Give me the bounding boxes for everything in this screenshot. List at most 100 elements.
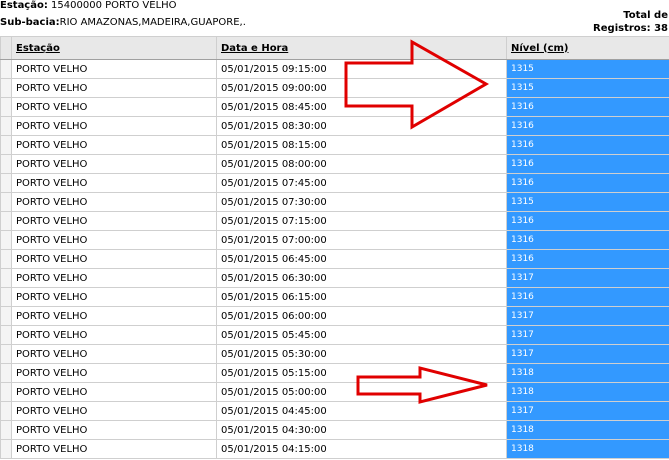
cell-nivel: 1317: [506, 344, 669, 364]
cell-estacao: PORTO VELHO: [11, 173, 217, 193]
cell-data-hora: 05/01/2015 08:30:00: [216, 116, 507, 136]
row-selector[interactable]: [0, 211, 12, 231]
row-selector[interactable]: [0, 401, 12, 421]
row-selector[interactable]: [0, 78, 12, 98]
column-header-nivel[interactable]: Nível (cm): [506, 36, 669, 60]
cell-data-hora: 05/01/2015 09:00:00: [216, 78, 507, 98]
cell-estacao: PORTO VELHO: [11, 97, 217, 117]
row-selector[interactable]: [0, 192, 12, 212]
table-row[interactable]: PORTO VELHO 05/01/2015 07:30:00 1315: [0, 192, 669, 212]
table-row[interactable]: PORTO VELHO 05/01/2015 06:30:00 1317: [0, 268, 669, 288]
cell-estacao: PORTO VELHO: [11, 78, 217, 98]
table-row[interactable]: PORTO VELHO 05/01/2015 05:15:00 1318: [0, 363, 669, 383]
cell-estacao: PORTO VELHO: [11, 154, 217, 174]
row-selector[interactable]: [0, 382, 12, 402]
table-row[interactable]: PORTO VELHO 05/01/2015 06:15:00 1316: [0, 287, 669, 307]
cell-data-hora: 05/01/2015 06:30:00: [216, 268, 507, 288]
cell-data-hora: 05/01/2015 05:30:00: [216, 344, 507, 364]
column-header-estacao[interactable]: Estação: [11, 36, 217, 60]
cell-nivel: 1316: [506, 230, 669, 250]
cell-data-hora: 05/01/2015 06:15:00: [216, 287, 507, 307]
station-label: Estação:: [0, 0, 48, 11]
cell-data-hora: 05/01/2015 05:45:00: [216, 325, 507, 345]
row-selector[interactable]: [0, 287, 12, 307]
column-header-data-hora[interactable]: Data e Hora: [216, 36, 507, 60]
cell-data-hora: 05/01/2015 08:45:00: [216, 97, 507, 117]
cell-estacao: PORTO VELHO: [11, 420, 217, 440]
cell-nivel: 1316: [506, 249, 669, 269]
table-row[interactable]: PORTO VELHO 05/01/2015 04:45:00 1317: [0, 401, 669, 421]
cell-data-hora: 05/01/2015 08:00:00: [216, 154, 507, 174]
station-value: 15400000 PORTO VELHO: [51, 0, 177, 11]
cell-data-hora: 05/01/2015 07:00:00: [216, 230, 507, 250]
total-records-label: Total de: [623, 10, 668, 21]
table-row[interactable]: PORTO VELHO 05/01/2015 09:15:00 1315: [0, 59, 669, 79]
table-row[interactable]: PORTO VELHO 05/01/2015 05:30:00 1317: [0, 344, 669, 364]
cell-data-hora: 05/01/2015 06:45:00: [216, 249, 507, 269]
cell-estacao: PORTO VELHO: [11, 325, 217, 345]
row-selector[interactable]: [0, 154, 12, 174]
row-selector[interactable]: [0, 116, 12, 136]
subbasin-value: RIO AMAZONAS,MADEIRA,GUAPORE,.: [59, 17, 246, 28]
table-row[interactable]: PORTO VELHO 05/01/2015 06:45:00 1316: [0, 249, 669, 269]
cell-nivel: 1315: [506, 192, 669, 212]
table-header-row: Estação Data e Hora Nível (cm): [0, 36, 669, 60]
cell-nivel: 1318: [506, 439, 669, 459]
row-selector[interactable]: [0, 268, 12, 288]
table-row[interactable]: PORTO VELHO 05/01/2015 06:00:00 1317: [0, 306, 669, 326]
cell-estacao: PORTO VELHO: [11, 306, 217, 326]
table-row[interactable]: PORTO VELHO 05/01/2015 07:45:00 1316: [0, 173, 669, 193]
cell-nivel: 1316: [506, 173, 669, 193]
row-selector[interactable]: [0, 230, 12, 250]
cell-data-hora: 05/01/2015 04:15:00: [216, 439, 507, 459]
table-row[interactable]: PORTO VELHO 05/01/2015 05:00:00 1318: [0, 382, 669, 402]
table-row[interactable]: PORTO VELHO 05/01/2015 07:00:00 1316: [0, 230, 669, 250]
row-selector[interactable]: [0, 325, 12, 345]
row-selector[interactable]: [0, 344, 12, 364]
table-row[interactable]: PORTO VELHO 05/01/2015 08:15:00 1316: [0, 135, 669, 155]
table-row[interactable]: PORTO VELHO 05/01/2015 08:45:00 1316: [0, 97, 669, 117]
cell-nivel: 1315: [506, 78, 669, 98]
cell-estacao: PORTO VELHO: [11, 344, 217, 364]
cell-estacao: PORTO VELHO: [11, 192, 217, 212]
cell-estacao: PORTO VELHO: [11, 439, 217, 459]
cell-nivel: 1318: [506, 420, 669, 440]
cell-data-hora: 05/01/2015 08:15:00: [216, 135, 507, 155]
records-table: Estação Data e Hora Nível (cm) PORTO VEL…: [0, 36, 669, 459]
row-selector[interactable]: [0, 97, 12, 117]
subbasin-label: Sub-bacia:: [0, 17, 60, 28]
cell-nivel: 1317: [506, 306, 669, 326]
cell-data-hora: 05/01/2015 07:30:00: [216, 192, 507, 212]
cell-data-hora: 05/01/2015 06:00:00: [216, 306, 507, 326]
cell-data-hora: 05/01/2015 09:15:00: [216, 59, 507, 79]
cell-nivel: 1316: [506, 97, 669, 117]
table-row[interactable]: PORTO VELHO 05/01/2015 04:30:00 1318: [0, 420, 669, 440]
table-row[interactable]: PORTO VELHO 05/01/2015 07:15:00 1316: [0, 211, 669, 231]
row-selector[interactable]: [0, 59, 12, 79]
cell-nivel: 1316: [506, 154, 669, 174]
cell-estacao: PORTO VELHO: [11, 382, 217, 402]
table-body: PORTO VELHO 05/01/2015 09:15:00 1315 PORTO …: [0, 59, 669, 459]
cell-nivel: 1316: [506, 211, 669, 231]
cell-estacao: PORTO VELHO: [11, 401, 217, 421]
subbasin-line: Sub-bacia:RIO AMAZONAS,MADEIRA,GUAPORE,.: [0, 17, 246, 28]
row-selector[interactable]: [0, 439, 12, 459]
row-selector[interactable]: [0, 363, 12, 383]
cell-nivel: 1318: [506, 363, 669, 383]
row-selector[interactable]: [0, 249, 12, 269]
table-row[interactable]: PORTO VELHO 05/01/2015 05:45:00 1317: [0, 325, 669, 345]
table-row[interactable]: PORTO VELHO 05/01/2015 09:00:00 1315: [0, 78, 669, 98]
row-selector[interactable]: [0, 173, 12, 193]
cell-data-hora: 05/01/2015 05:15:00: [216, 363, 507, 383]
total-records: Total de Registros: 38: [593, 9, 668, 35]
row-selector[interactable]: [0, 306, 12, 326]
total-records-value: Registros: 38: [593, 23, 668, 34]
cell-estacao: PORTO VELHO: [11, 363, 217, 383]
cell-nivel: 1316: [506, 287, 669, 307]
cell-nivel: 1317: [506, 401, 669, 421]
table-row[interactable]: PORTO VELHO 05/01/2015 04:15:00 1318: [0, 439, 669, 459]
row-selector[interactable]: [0, 420, 12, 440]
row-selector[interactable]: [0, 135, 12, 155]
table-row[interactable]: PORTO VELHO 05/01/2015 08:30:00 1316: [0, 116, 669, 136]
table-row[interactable]: PORTO VELHO 05/01/2015 08:00:00 1316: [0, 154, 669, 174]
